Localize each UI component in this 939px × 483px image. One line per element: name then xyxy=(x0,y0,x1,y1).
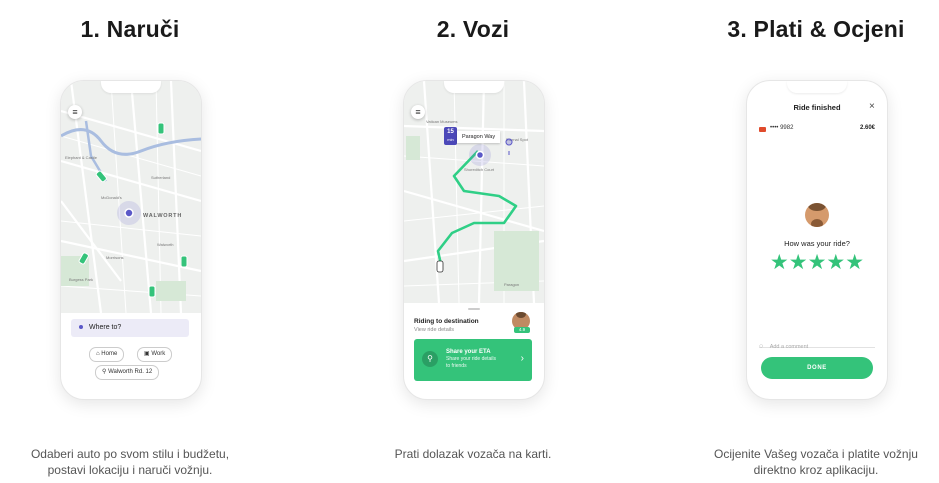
location-pin-icon: ⚲ xyxy=(422,351,438,367)
step-3-caption: Ocijenite Vašeg vozača i platite vožnju … xyxy=(666,446,939,478)
step-2-caption-line-1: Prati dolazak vozača na karti. xyxy=(394,447,552,461)
phone-mockup-order: Elephant & Castle McDonald's Morrisons B… xyxy=(60,80,202,400)
sheet-handle[interactable] xyxy=(468,308,480,310)
ride-amount: 2.60€ xyxy=(859,125,875,131)
driver-rating-badge: 4.9 xyxy=(514,327,530,333)
eta-minutes: 15 xyxy=(447,129,454,135)
close-icon[interactable]: × xyxy=(869,101,875,112)
step-3-title: 3. Plati & Ocjeni xyxy=(727,16,905,42)
star-icon[interactable]: ★ xyxy=(770,251,789,274)
svg-text:Sutherland: Sutherland xyxy=(151,175,170,180)
location-pin-icon: ⚲ xyxy=(102,369,107,375)
star-icon[interactable]: ★ xyxy=(789,251,808,274)
step-1-caption-line-1: Odaberi auto po svom stilu i budžetu, xyxy=(30,447,230,461)
svg-text:Elephant & Castle: Elephant & Castle xyxy=(65,155,98,160)
svg-text:Vatican Museums: Vatican Museums xyxy=(426,119,458,124)
step-2-column: 2. Vozi Vatican Museums Eternal Spot Sho… xyxy=(323,0,623,483)
home-shortcut-label: Home xyxy=(101,351,118,357)
saved-address-label: Walworth Rd. 12 xyxy=(108,369,153,375)
star-icon[interactable]: ★ xyxy=(826,251,845,274)
share-eta-subtitle-1: Share your ride details xyxy=(446,356,497,362)
card-number: •••• 9982 xyxy=(770,125,794,131)
card-icon xyxy=(759,127,766,132)
comment-field[interactable]: ○ Add a comment xyxy=(759,335,875,350)
menu-icon[interactable]: ≡ xyxy=(411,105,425,119)
share-eta-card[interactable]: ⚲ Share your ETA Share your ride details… xyxy=(414,339,532,381)
map-graphic: Vatican Museums Eternal Spot Shoreditch … xyxy=(404,81,544,304)
step-3-column: 3. Plati & Ocjeni Ride finished × •••• 9… xyxy=(666,0,939,483)
share-eta-subtitle-2: to friends xyxy=(446,363,467,369)
street-tag: Paragon Way xyxy=(457,131,501,143)
star-icon[interactable]: ★ xyxy=(808,251,827,274)
comment-icon: ○ xyxy=(759,343,764,350)
eta-badge: 15 min xyxy=(444,127,457,145)
view-ride-details-link[interactable]: View ride details xyxy=(414,326,479,334)
phone-notch xyxy=(101,81,161,93)
star-icon[interactable]: ★ xyxy=(845,251,864,274)
phone-mockup-rate: Ride finished × •••• 9982 2.60€ How was … xyxy=(746,80,888,400)
step-3-caption-line-1: Ocijenite Vašeg vozača i platite vožnju xyxy=(714,447,918,461)
saved-address-button[interactable]: ⚲ Walworth Rd. 12 xyxy=(95,365,160,380)
step-1-column: 1. Naruči Elephant & Castle McDonald's M… xyxy=(0,0,280,483)
step-1-title: 1. Naruči xyxy=(80,16,180,42)
phone-mockup-ride: Vatican Museums Eternal Spot Shoreditch … xyxy=(403,80,545,400)
svg-text:Walworth: Walworth xyxy=(157,242,174,247)
step-2-caption: Prati dolazak vozača na karti. xyxy=(323,446,623,462)
chevron-right-icon: › xyxy=(520,353,524,364)
phone-notch xyxy=(444,81,504,93)
home-icon: ⌂ xyxy=(96,351,100,357)
comment-placeholder: Add a comment xyxy=(769,344,809,350)
step-1-caption: Odaberi auto po svom stilu i budžetu, po… xyxy=(0,446,280,478)
svg-text:Paragon: Paragon xyxy=(504,282,519,287)
eta-unit: min xyxy=(447,137,454,142)
done-button[interactable]: DONE xyxy=(761,357,873,379)
ride-status[interactable]: Riding to destination View ride details xyxy=(414,317,479,334)
home-shortcut-button[interactable]: ⌂ Home xyxy=(89,347,125,362)
step-2-title: 2. Vozi xyxy=(436,16,510,42)
step-3-caption-line-2: direktno kroz aplikaciju. xyxy=(753,463,879,477)
share-eta-title: Share your ETA xyxy=(446,349,491,355)
origin-dot-icon xyxy=(79,325,83,330)
map-graphic: Elephant & Castle McDonald's Morrisons B… xyxy=(61,81,201,314)
star-rating[interactable]: ★★★★★ xyxy=(747,251,887,274)
where-to-label: Where to? xyxy=(89,324,122,331)
map-view[interactable]: Elephant & Castle McDonald's Morrisons B… xyxy=(61,81,201,314)
svg-text:Shoreditch Court: Shoreditch Court xyxy=(464,167,495,172)
map-label-walworth: WALWORTH xyxy=(143,213,182,219)
svg-text:Morrisons: Morrisons xyxy=(106,255,124,260)
map-view[interactable]: Vatican Museums Eternal Spot Shoreditch … xyxy=(404,81,544,304)
menu-icon[interactable]: ≡ xyxy=(68,105,82,119)
svg-text:McDonald's: McDonald's xyxy=(101,195,122,200)
work-shortcut-label: Work xyxy=(151,351,166,357)
work-icon: ▣ xyxy=(144,351,150,357)
svg-text:Burgess Park: Burgess Park xyxy=(69,277,93,282)
step-1-caption-line-2: postavi lokaciju i naruči vožnju. xyxy=(47,463,213,477)
rating-question: How was your ride? xyxy=(784,239,850,248)
phone-notch xyxy=(787,81,847,93)
driver-avatar xyxy=(805,203,829,227)
where-to-input[interactable]: Where to? xyxy=(71,319,189,337)
work-shortcut-button[interactable]: ▣ Work xyxy=(137,347,173,362)
riding-status-label: Riding to destination xyxy=(414,318,479,325)
ride-finished-title: Ride finished xyxy=(793,103,841,112)
